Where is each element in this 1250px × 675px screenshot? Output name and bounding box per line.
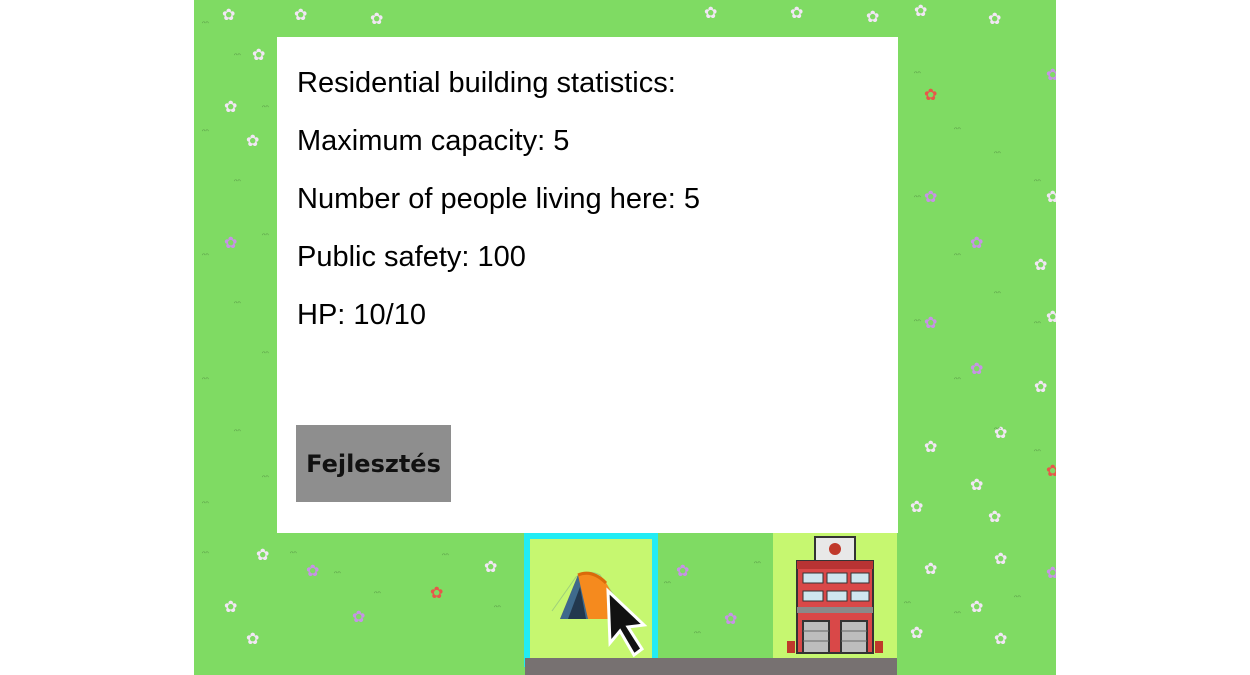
flower-decoration: ✿ xyxy=(1046,309,1056,326)
grass-tuft-decoration: ᵔᵔ xyxy=(954,609,961,619)
flower-decoration: ✿ xyxy=(970,235,984,252)
flower-decoration: ✿ xyxy=(994,551,1008,568)
grass-tuft-decoration: ᵔᵔ xyxy=(914,317,921,327)
flower-decoration: ✿ xyxy=(246,631,260,648)
residents-stat: Number of people living here: 5 xyxy=(297,183,701,215)
flower-decoration: ✿ xyxy=(484,559,498,576)
grass-tuft-decoration: ᵔᵔ xyxy=(954,251,961,261)
flower-decoration: ✿ xyxy=(294,7,308,24)
game-map[interactable]: ✿ ✿ ✿ ✿ ✿ ✿ ✿ ✿ ✿ ✿ ✿ ✿ ✿ ✿ ✿ ✿ ✿ ✿ ✿ ✿ ✿ ✿ ✿ ✿ ✿ ✿ ✿ ✿ ✿ ✿ ✿ ✿ ✿ ✿ ✿ ✿ ✿ ✿ ✿ ✿… xyxy=(194,0,1056,675)
grass-tuft-decoration: ᵔᵔ xyxy=(262,231,269,241)
flower-decoration: ✿ xyxy=(1046,463,1056,480)
flower-decoration: ✿ xyxy=(988,509,1002,526)
flower-decoration: ✿ xyxy=(676,563,690,580)
grass-tuft-decoration: ᵔᵔ xyxy=(1034,319,1041,329)
flower-decoration: ✿ xyxy=(224,99,238,116)
flower-decoration: ✿ xyxy=(256,547,270,564)
grass-tuft-decoration: ᵔᵔ xyxy=(334,569,341,579)
grass-tuft-decoration: ᵔᵔ xyxy=(202,251,209,261)
grass-tuft-decoration: ᵔᵔ xyxy=(954,375,961,385)
grass-tuft-decoration: ᵔᵔ xyxy=(754,559,761,569)
grass-tuft-decoration: ᵔᵔ xyxy=(1034,177,1041,187)
grass-tuft-decoration: ᵔᵔ xyxy=(202,375,209,385)
road xyxy=(525,658,897,675)
flower-decoration: ✿ xyxy=(252,47,266,64)
grass-tuft-decoration: ᵔᵔ xyxy=(442,551,449,561)
flower-decoration: ✿ xyxy=(924,87,938,104)
flower-decoration: ✿ xyxy=(1034,379,1048,396)
flower-decoration: ✿ xyxy=(994,631,1008,648)
grass-tuft-decoration: ᵔᵔ xyxy=(994,425,1001,435)
flower-decoration: ✿ xyxy=(910,625,924,642)
flower-decoration: ✿ xyxy=(224,599,238,616)
flower-decoration: ✿ xyxy=(1034,257,1048,274)
flower-decoration: ✿ xyxy=(246,133,260,150)
flower-decoration: ✿ xyxy=(1046,565,1056,582)
grass-tuft-decoration: ᵔᵔ xyxy=(664,579,671,589)
grass-tuft-decoration: ᵔᵔ xyxy=(954,125,961,135)
flower-decoration: ✿ xyxy=(988,11,1002,28)
grass-tuft-decoration: ᵔᵔ xyxy=(262,349,269,359)
flower-decoration: ✿ xyxy=(970,477,984,494)
grass-tuft-decoration: ᵔᵔ xyxy=(234,51,241,61)
flower-decoration: ✿ xyxy=(970,361,984,378)
grass-tuft-decoration: ᵔᵔ xyxy=(202,549,209,559)
flower-decoration: ✿ xyxy=(222,7,236,24)
flower-decoration: ✿ xyxy=(704,5,718,22)
upgrade-button[interactable]: Fejlesztés xyxy=(296,425,451,502)
flower-decoration: ✿ xyxy=(370,11,384,28)
grass-tuft-decoration: ᵔᵔ xyxy=(234,299,241,309)
flower-decoration: ✿ xyxy=(1046,189,1056,206)
cursor-icon xyxy=(606,587,648,658)
grass-tuft-decoration: ᵔᵔ xyxy=(234,177,241,187)
flower-decoration: ✿ xyxy=(224,235,238,252)
flower-decoration: ✿ xyxy=(790,5,804,22)
flower-decoration: ✿ xyxy=(924,189,938,206)
grass-tuft-decoration: ᵔᵔ xyxy=(914,69,921,79)
flower-decoration: ✿ xyxy=(1046,67,1056,84)
grass-tuft-decoration: ᵔᵔ xyxy=(694,629,701,639)
fire-station-icon xyxy=(787,536,883,654)
grass-tuft-decoration: ᵔᵔ xyxy=(914,193,921,203)
flower-decoration: ✿ xyxy=(910,499,924,516)
grass-tuft-decoration: ᵔᵔ xyxy=(994,289,1001,299)
flower-decoration: ✿ xyxy=(924,561,938,578)
tent-tile[interactable] xyxy=(524,533,658,667)
grass-tuft-decoration: ᵔᵔ xyxy=(234,427,241,437)
grass-tuft-decoration: ᵔᵔ xyxy=(262,103,269,113)
grass-tuft-decoration: ᵔᵔ xyxy=(202,127,209,137)
grass-tuft-decoration: ᵔᵔ xyxy=(290,549,297,559)
max-capacity-stat: Maximum capacity: 5 xyxy=(297,125,570,157)
grass-tuft-decoration: ᵔᵔ xyxy=(494,603,501,613)
building-stats-panel: Residential building statistics: Maximum… xyxy=(277,37,898,533)
fire-station-tile[interactable] xyxy=(773,533,897,659)
grass-tuft-decoration: ᵔᵔ xyxy=(374,589,381,599)
panel-title: Residential building statistics: xyxy=(297,67,676,99)
flower-decoration: ✿ xyxy=(724,611,738,628)
flower-decoration: ✿ xyxy=(352,609,366,626)
grass-tuft-decoration: ᵔᵔ xyxy=(202,19,209,29)
tent-icon xyxy=(551,571,648,658)
flower-decoration: ✿ xyxy=(866,9,880,26)
flower-decoration: ✿ xyxy=(430,585,444,602)
grass-tuft-decoration: ᵔᵔ xyxy=(994,149,1001,159)
flower-decoration: ✿ xyxy=(994,425,1008,442)
flower-decoration: ✿ xyxy=(914,3,928,20)
flower-decoration: ✿ xyxy=(306,563,320,580)
hp-stat: HP: 10/10 xyxy=(297,299,426,331)
public-safety-stat: Public safety: 100 xyxy=(297,241,526,273)
grass-tuft-decoration: ᵔᵔ xyxy=(262,473,269,483)
flower-decoration: ✿ xyxy=(924,439,938,456)
grass-tuft-decoration: ᵔᵔ xyxy=(202,499,209,509)
grass-tuft-decoration: ᵔᵔ xyxy=(1034,447,1041,457)
grass-tuft-decoration: ᵔᵔ xyxy=(904,599,911,609)
flower-decoration: ✿ xyxy=(924,315,938,332)
grass-tuft-decoration: ᵔᵔ xyxy=(1014,593,1021,603)
flower-decoration: ✿ xyxy=(970,599,984,616)
